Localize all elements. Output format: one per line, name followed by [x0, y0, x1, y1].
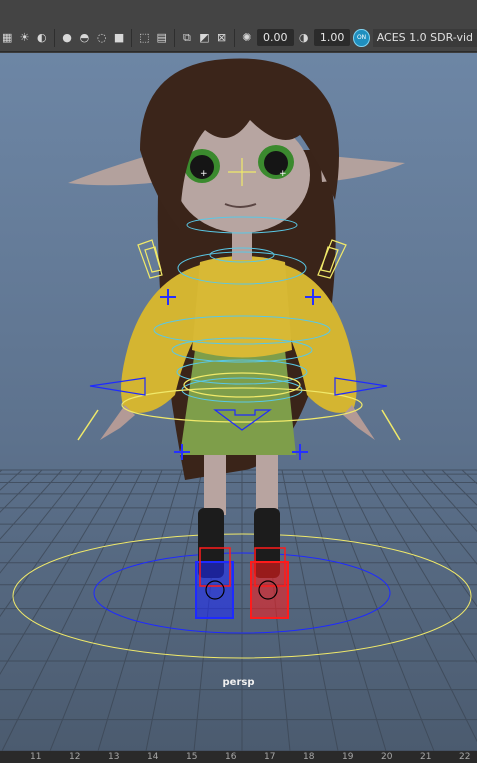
- scene-svg: + +: [0, 58, 477, 751]
- frame-number: 22: [459, 752, 471, 762]
- toolbar-divider: [173, 28, 175, 47]
- exposure-icon: ✺: [242, 31, 252, 44]
- smooth-shade-icon[interactable]: ●: [60, 30, 74, 46]
- frame-number: 15: [186, 752, 198, 762]
- view-transform-toggle[interactable]: ON: [353, 28, 370, 47]
- gamma-icon: ◑: [298, 31, 309, 44]
- toolbar-divider: [233, 28, 235, 47]
- light-icon[interactable]: ☀: [17, 30, 31, 46]
- gate-mask-icon[interactable]: ⊠: [214, 30, 228, 46]
- isolate-icon[interactable]: ■: [112, 30, 126, 46]
- frame-number: 11: [30, 752, 42, 762]
- menu-strip: [0, 0, 477, 24]
- select-icon[interactable]: ⬚: [137, 30, 151, 46]
- camera-name-label: persp: [222, 677, 255, 688]
- right-hand: [343, 405, 375, 440]
- frame-number: 12: [69, 752, 81, 762]
- grid-icon[interactable]: ▤: [155, 30, 169, 46]
- right-leg: [256, 455, 278, 515]
- frame-number: 21: [420, 752, 432, 762]
- skirt: [180, 350, 296, 455]
- 3d-viewport[interactable]: + +: [0, 53, 477, 751]
- frame-number: 16: [225, 752, 237, 762]
- left-leg: [204, 455, 226, 515]
- viewport-toolbar: ▦ ☀ ◐ ● ◓ ◌ ■ ⬚ ▤ ⧉ ◩ ⊠ ✺ 0.00 ◑ 1.00 ON…: [0, 24, 477, 52]
- frame-number: 13: [108, 752, 120, 762]
- wireframe-icon[interactable]: ◓: [77, 30, 91, 46]
- left-eye-target[interactable]: +: [200, 169, 208, 179]
- toolbar-divider: [131, 28, 133, 47]
- color-space-label[interactable]: ACES 1.0 SDR-vid: [372, 28, 477, 47]
- time-slider[interactable]: 11 12 13 14 15 16 17 18 19 20 21 22: [0, 751, 477, 763]
- shading-icon[interactable]: ◐: [35, 30, 49, 46]
- right-finger-control[interactable]: [381, 409, 401, 441]
- resolution-gate-icon[interactable]: ◩: [197, 30, 211, 46]
- gamma-field[interactable]: 1.00: [313, 29, 351, 46]
- frame-number: 19: [342, 752, 354, 762]
- display-icon[interactable]: ▦: [0, 30, 14, 46]
- toolbar-divider: [54, 28, 55, 47]
- left-finger-control[interactable]: [77, 409, 99, 441]
- camera-icon[interactable]: ⧉: [180, 30, 194, 46]
- floor-grid: [0, 469, 477, 751]
- frame-number: 20: [381, 752, 393, 762]
- frame-number: 18: [303, 752, 315, 762]
- right-eye-target[interactable]: +: [279, 169, 287, 179]
- frame-number: 17: [264, 752, 276, 762]
- frame-number: 14: [147, 752, 159, 762]
- left-hand: [100, 405, 135, 440]
- exposure-field[interactable]: 0.00: [257, 29, 294, 46]
- xray-icon[interactable]: ◌: [95, 30, 109, 46]
- torso-sweater: [192, 256, 292, 358]
